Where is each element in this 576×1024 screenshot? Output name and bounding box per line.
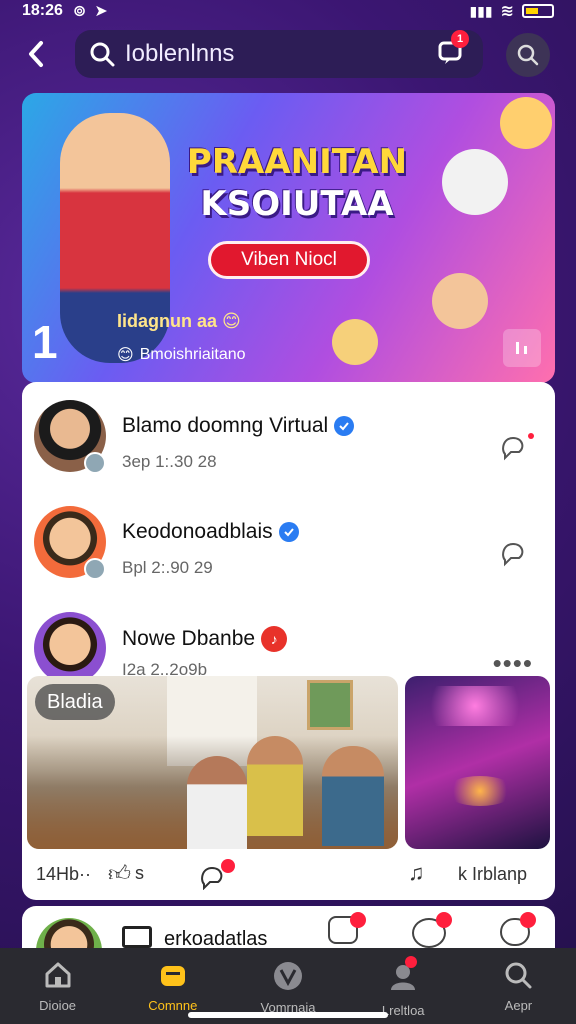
location-arrow-icon: ➤	[94, 3, 108, 20]
banner-title: PRAANITAN KSOIUTAA	[182, 141, 412, 225]
post-actions-bar: 14Hb·· 👍︎ s ♫ k Irblanp	[22, 858, 555, 894]
photo-tag: Bladia	[35, 684, 115, 720]
share-label: k Irblanp	[458, 864, 528, 884]
list-item[interactable]: Keodonoadblais Bpl 2:.90 29	[22, 496, 555, 596]
signal-icon: ▮▮▮	[469, 2, 493, 19]
list-item-name: Keodonoadblais	[122, 520, 299, 544]
neon-light-illustration	[415, 686, 535, 726]
banner-subline2: 😊 Bmoishriaitano	[117, 345, 246, 365]
post-photo-main[interactable]: Bladia	[27, 676, 398, 849]
banner-subline-text: Iidagnun aa	[117, 311, 218, 331]
v-circle-icon	[274, 962, 302, 990]
person-white-shirt-illustration	[187, 756, 247, 849]
more-options-icon[interactable]: ••••	[493, 648, 533, 679]
search-icon	[90, 42, 115, 67]
banner-title-line1: PRAANITAN	[186, 142, 408, 182]
nav-label: Dioioe	[39, 998, 77, 1013]
nav-label: Lreltloa	[381, 1003, 425, 1018]
status-alert-icon: ⊚	[72, 3, 87, 20]
comment-icon	[201, 859, 235, 891]
home-icon	[45, 962, 71, 988]
banner-title-line2: KSOIUTAA	[200, 184, 394, 224]
notification-badge	[436, 912, 452, 928]
wifi-icon: ≋	[500, 3, 514, 20]
promo-banner[interactable]: PRAANITAN KSOIUTAA Viben Niocl 1 Iidagnu…	[22, 93, 555, 383]
list-item-meta: 3ep 1:.30 28	[122, 452, 217, 471]
thumbs-up-icon: 👍︎	[108, 861, 131, 886]
person-yellow-shirt-illustration	[247, 736, 303, 836]
status-time: 18:26	[22, 2, 63, 19]
comment-button[interactable]	[499, 536, 535, 568]
community-icon	[160, 966, 185, 986]
banner-subline2-text: Bmoishriaitano	[139, 346, 246, 363]
comment-button[interactable]	[198, 858, 238, 895]
search-query: Ioblenlnns	[125, 40, 235, 67]
bars-icon	[516, 342, 527, 354]
music-note-icon: ♫	[408, 860, 425, 885]
wall-painting-illustration	[307, 680, 353, 730]
search-icon	[517, 44, 539, 66]
cartoon-boy-illustration	[432, 273, 488, 329]
like-button[interactable]: 👍︎ s	[108, 860, 144, 887]
post-photo-side[interactable]	[405, 676, 550, 849]
smile-icon: 😊	[117, 347, 134, 364]
nav-label: Comnne	[148, 998, 198, 1013]
cartoon-robot-illustration	[442, 149, 508, 215]
banner-subline: Iidagnun aa 😊	[117, 311, 241, 331]
comment-icon	[502, 542, 524, 567]
feed-card: Blamo doomng Virtual 3ep 1:.30 28 Keodon…	[22, 382, 555, 900]
avatar-status-badge	[84, 452, 106, 474]
nav-item-home[interactable]: Dioioe	[0, 948, 115, 1024]
verified-icon	[334, 416, 355, 436]
banner-cta-button[interactable]: Viben Niocl	[208, 241, 370, 279]
messages-button[interactable]: 1	[437, 30, 469, 68]
banner-page-number: 1	[32, 316, 58, 368]
top-bar: Ioblenlnns 1	[0, 30, 576, 78]
chevron-left-icon	[29, 41, 43, 67]
battery-icon	[522, 4, 554, 18]
person-blue-shirt-illustration	[322, 746, 384, 846]
notification-badge	[350, 912, 366, 928]
avatar-status-badge	[84, 558, 106, 580]
notification-badge	[520, 912, 536, 928]
nav-label: Aepr	[504, 998, 533, 1013]
messages-badge: 1	[451, 30, 469, 48]
status-bar: 18:26 ⊚ ➤ ▮▮▮ ≋	[0, 0, 576, 22]
list-item[interactable]: Blamo doomng Virtual 3ep 1:.30 28	[22, 390, 555, 490]
cartoon-kid-illustration	[332, 319, 378, 365]
home-indicator[interactable]	[188, 1012, 388, 1018]
reaction-badge-icon: ♪	[261, 626, 288, 652]
like-label: s	[135, 863, 144, 883]
list-item-name: Nowe Dbanbe ♪	[122, 626, 288, 652]
cartoon-face-illustration	[500, 97, 552, 149]
comment-button[interactable]	[499, 430, 535, 462]
search-input[interactable]: Ioblenlnns 1	[75, 30, 483, 78]
list-item-name-text: Blamo doomng Virtual	[122, 414, 329, 437]
list-item-name: Blamo doomng Virtual	[122, 414, 355, 438]
list-item-meta: Bpl 2:.90 29	[122, 558, 213, 577]
comment-icon	[502, 433, 534, 461]
banner-menu-button[interactable]	[503, 329, 541, 367]
table-glow-illustration	[445, 776, 515, 806]
image-icon	[122, 926, 152, 948]
back-button[interactable]	[18, 36, 54, 72]
share-button[interactable]: ♫	[408, 860, 425, 886]
list-item-name-text: Keodonoadblais	[122, 520, 273, 543]
avatar[interactable]	[34, 612, 106, 684]
search-button[interactable]	[506, 33, 550, 77]
likes-count: 14Hb··	[36, 864, 92, 884]
verified-icon	[278, 522, 299, 542]
search-icon	[505, 962, 532, 989]
list-item-name-text: Nowe Dbanbe	[122, 627, 256, 650]
nav-item-search[interactable]: Aepr	[461, 948, 576, 1024]
